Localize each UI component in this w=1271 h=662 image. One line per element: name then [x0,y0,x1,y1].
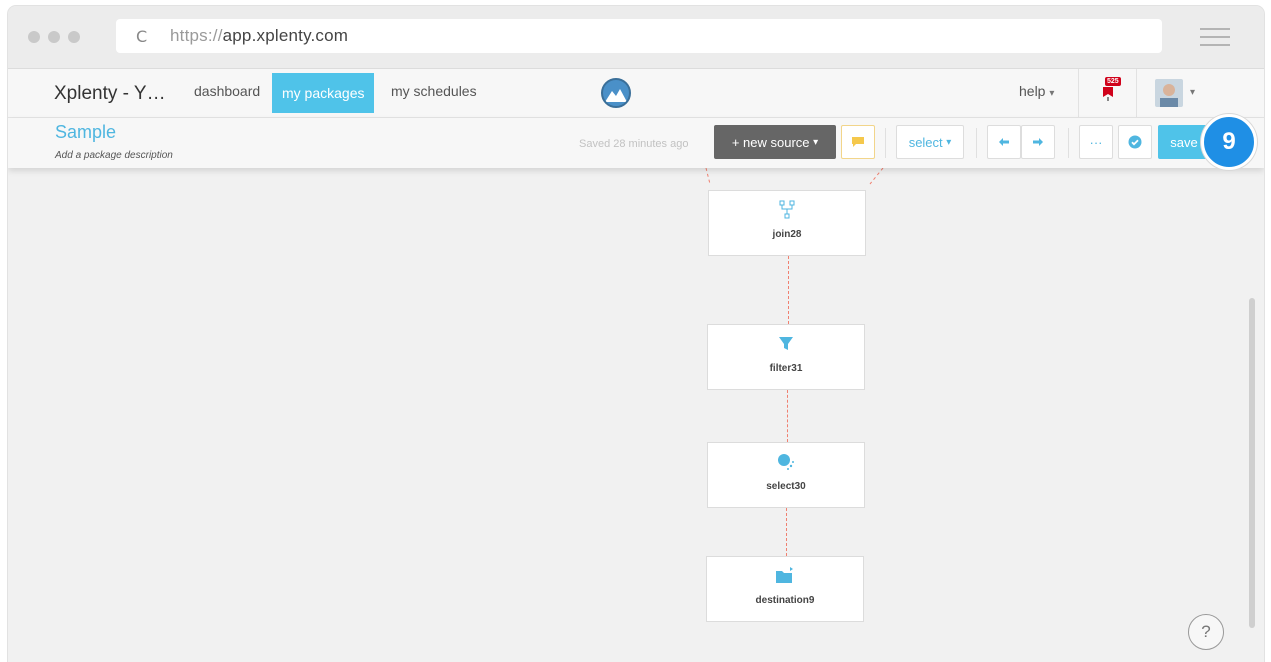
node-label: join28 [772,229,802,240]
hamburger-menu-icon[interactable] [1200,28,1230,46]
reload-icon[interactable]: C [136,27,156,46]
url-host: app.xplenty.com [222,26,349,45]
help-button[interactable]: ? [1188,614,1224,650]
help-menu[interactable]: help ▾ [1019,83,1054,99]
select-icon [708,452,864,472]
connector-line [786,508,787,556]
avatar[interactable] [1155,79,1183,107]
comment-icon [852,137,864,147]
node-label: select30 [766,481,806,492]
new-source-button[interactable]: + new source ▾ [714,125,836,159]
help-label: help [1019,83,1046,99]
redo-button[interactable] [1021,125,1055,159]
connector-line [787,390,788,442]
nav-my-schedules[interactable]: my schedules [381,69,487,117]
node-label: destination9 [755,595,815,606]
undo-button[interactable] [987,125,1021,159]
canvas-scrollbar[interactable] [1249,298,1255,628]
check-circle-icon [1128,135,1142,149]
nav-dashboard[interactable]: dashboard [184,69,270,117]
window-controls [28,31,80,43]
chevron-down-icon: ▾ [813,136,819,148]
chevron-down-icon: ▾ [1049,88,1055,99]
chevron-down-icon: ▾ [946,136,952,148]
maximize-dot[interactable] [68,31,80,43]
xplenty-logo-icon[interactable] [601,78,631,108]
package-title[interactable]: Sample [55,122,116,143]
pipeline-node-filter[interactable]: filter31 [707,324,865,390]
comment-button[interactable] [841,125,875,159]
divider [885,128,886,158]
url-text[interactable]: https://app.xplenty.com [170,26,348,46]
saved-status: Saved 28 minutes ago [579,138,689,150]
destination-folder-icon [707,566,863,586]
divider [1136,69,1137,117]
notification-bell-icon [1103,87,1113,101]
select-button[interactable]: select ▾ [896,125,964,159]
step-number-badge: 9 [1201,114,1257,170]
url-protocol: https:// [170,26,223,45]
pipeline-node-select[interactable]: select30 [707,442,865,508]
package-toolbar: Sample Add a package description Saved 2… [8,118,1264,168]
new-source-label: + new source [731,134,810,150]
pipeline-node-join[interactable]: join28 [708,190,866,256]
minimize-dot[interactable] [48,31,60,43]
validate-button[interactable] [1118,125,1152,159]
join-icon [709,200,865,220]
more-options-button[interactable]: ··· [1079,125,1113,159]
pipeline-node-destination[interactable]: destination9 [706,556,864,622]
redo-icon [1033,138,1043,146]
divider [1078,69,1079,117]
incoming-connectors [705,168,884,185]
divider [1068,128,1069,158]
browser-chrome: C https://app.xplenty.com [8,6,1264,69]
notifications-button[interactable]: 525 [1098,77,1121,108]
connector-line [788,256,789,324]
filter-icon [708,334,864,354]
account-name[interactable]: Xplenty - Y… [54,83,166,105]
chevron-down-icon[interactable]: ▾ [1190,87,1195,98]
undo-icon [999,138,1009,146]
app-navbar: Xplenty - Y… dashboard my packages my sc… [8,69,1264,118]
node-label: filter31 [769,363,803,374]
package-description-field[interactable]: Add a package description [55,150,173,161]
close-dot[interactable] [28,31,40,43]
browser-window: C https://app.xplenty.com Xplenty - Y… d… [8,6,1264,662]
divider [976,128,977,158]
select-label: select [908,134,943,150]
package-canvas[interactable]: join28 filter31 select30 destination9 [8,168,1256,662]
nav-my-packages[interactable]: my packages [272,73,375,113]
address-bar[interactable]: C https://app.xplenty.com [116,19,1162,53]
notification-count-badge: 525 [1105,77,1121,86]
